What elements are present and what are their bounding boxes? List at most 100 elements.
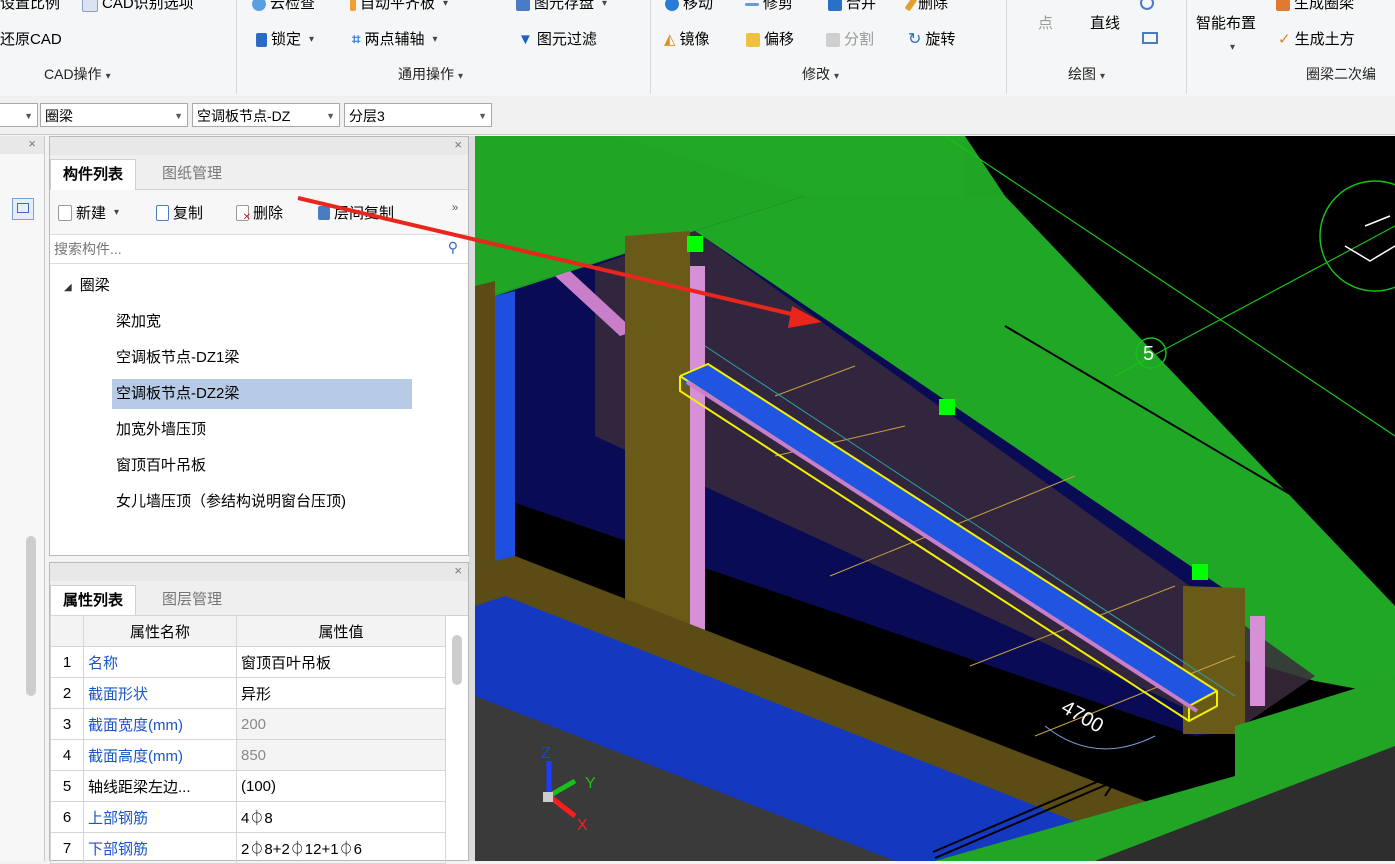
group-cad-ops[interactable]: CAD操作 ▾ (44, 64, 111, 84)
close-icon[interactable]: × (454, 137, 462, 152)
tree-root[interactable]: ◢ 圈梁 (64, 271, 110, 301)
point-draw-button[interactable]: 点 (1038, 14, 1053, 34)
floor-select[interactable]: ▼ (0, 103, 38, 127)
table-row[interactable]: 7 下部钢筋 2⏀8+2⏀12+1⏀6 (50, 832, 446, 864)
component-tabs: 构件列表 图纸管理 (50, 155, 468, 190)
close-icon[interactable]: × (454, 563, 462, 578)
grip-handle[interactable] (939, 399, 955, 415)
rect-draw-button[interactable] (1142, 32, 1158, 44)
tab-property-list[interactable]: 属性列表 (50, 585, 137, 616)
gen-earthwork-button[interactable]: ✓ 生成土方 (1278, 30, 1355, 50)
floor-copy-button[interactable]: 层间复制 (318, 202, 394, 223)
scrollbar-thumb[interactable] (452, 635, 462, 685)
offset-icon (746, 33, 760, 47)
collapse-icon: ◢ (64, 282, 72, 293)
search-input[interactable] (50, 235, 426, 263)
tree-item-selected[interactable]: 空调板节点-DZ2梁 (112, 379, 412, 409)
close-icon[interactable]: × (28, 136, 36, 151)
property-value[interactable]: 异形 (236, 677, 446, 709)
lock-label: 锁定 (271, 31, 302, 48)
element-filter-button[interactable]: ▼ 图元过滤 (518, 30, 597, 50)
table-row[interactable]: 3 截面宽度(mm) 200 (50, 708, 446, 740)
3d-viewport[interactable]: 5 4700 Z Y X (475, 136, 1395, 861)
smart-layout-dropdown[interactable]: ▾ (1226, 38, 1235, 58)
tab-drawing-management[interactable]: 图纸管理 (150, 159, 234, 189)
property-value[interactable]: 2⏀8+2⏀12+1⏀6 (236, 832, 446, 864)
merge-button[interactable]: 合并 (828, 0, 876, 14)
sublayer-select-value: 分层3 (349, 108, 385, 124)
type-select[interactable]: 圈梁 ▼ (40, 103, 188, 127)
group-modify[interactable]: 修改 ▾ (802, 64, 839, 84)
table-row[interactable]: 4 截面高度(mm) 850 (50, 739, 446, 771)
smart-layout-label: 智能布置 (1196, 15, 1257, 32)
sublayer-select[interactable]: 分层3 ▼ (344, 103, 492, 127)
property-value[interactable]: 200 (236, 708, 446, 740)
group-draw[interactable]: 绘图 ▾ (1068, 64, 1105, 84)
chevron-down-icon: ▾ (114, 207, 120, 218)
copy-icon (156, 204, 169, 221)
tree-item[interactable]: 窗顶百叶吊板 (112, 451, 412, 481)
cloud-check-button[interactable]: 云检查 (252, 0, 315, 14)
smart-layout-button[interactable]: 智能布置 (1196, 14, 1256, 34)
auto-flush-button[interactable]: 自动平齐板 ▾ (350, 0, 448, 14)
tab-component-list[interactable]: 构件列表 (50, 159, 137, 190)
property-value[interactable]: 4⏀8 (236, 801, 446, 833)
gen-ring-beam-button[interactable]: 生成圈梁 (1276, 0, 1354, 14)
lock-icon (256, 33, 267, 47)
layer-selector-bar: ▼ 圈梁 ▼ 空调板节点-DZ ▼ 分层3 ▼ (0, 96, 1395, 135)
delete-component-button[interactable]: ✕ 删除 (236, 202, 283, 223)
search-icon[interactable]: ⚲ (448, 239, 458, 256)
rotate-button[interactable]: ↻ 旋转 (908, 30, 955, 50)
property-tabs: 属性列表 图层管理 (50, 581, 468, 616)
property-value[interactable]: (100) (236, 770, 446, 802)
lock-button[interactable]: 锁定 ▾ (256, 30, 314, 50)
panel-header: × (50, 563, 468, 581)
view-toggle-button[interactable] (12, 198, 34, 220)
table-row[interactable]: 2 截面形状 异形 (50, 677, 446, 709)
grip-handle[interactable] (1192, 564, 1208, 580)
property-name: 下部钢筋 (83, 832, 237, 864)
component-select[interactable]: 空调板节点-DZ ▼ (192, 103, 340, 127)
merge-icon (828, 0, 842, 11)
tree-item[interactable]: 女儿墙压顶（参结构说明窗台压顶) (112, 487, 456, 517)
mirror-button[interactable]: ◭ 镜像 (664, 30, 710, 50)
split-button[interactable]: 分割 (826, 30, 874, 50)
chevron-down-icon: ▾ (602, 0, 608, 9)
cad-options-button[interactable]: CAD识别选项 (82, 0, 194, 14)
grip-handle[interactable] (687, 236, 703, 252)
line-draw-button[interactable]: 直线 (1090, 14, 1120, 34)
split-label: 分割 (844, 31, 875, 48)
offset-button[interactable]: 偏移 (746, 30, 794, 50)
two-point-axis-label: 两点辅轴 (364, 31, 425, 48)
toolbar-overflow-button[interactable]: » (452, 202, 458, 214)
save-element-button[interactable]: 图元存盘 ▾ (516, 0, 607, 14)
row-number-header (50, 615, 84, 647)
tree-item[interactable]: 空调板节点-DZ1梁 (112, 343, 412, 373)
new-label: 新建 (76, 205, 107, 222)
tree-item-label: 空调板节点-DZ1梁 (116, 349, 240, 366)
tree-item[interactable]: 加宽外墙压顶 (112, 415, 412, 445)
ribbon-divider (1186, 0, 1187, 94)
new-component-button[interactable]: 新建 ▾ (58, 202, 119, 223)
group-ring-beam-edit[interactable]: 圈梁二次编 (1306, 64, 1376, 84)
scrollbar-thumb[interactable] (26, 536, 36, 696)
navigation-panel: × (0, 136, 45, 861)
circle-draw-button[interactable] (1140, 0, 1154, 10)
group-common-ops[interactable]: 通用操作 ▾ (398, 64, 463, 84)
floor-copy-label: 层间复制 (334, 205, 395, 222)
delete-button[interactable]: 删除 (904, 0, 948, 14)
tab-layer-management[interactable]: 图层管理 (150, 585, 234, 615)
set-scale-button[interactable]: 设置比例 (0, 0, 60, 14)
property-value[interactable]: 850 (236, 739, 446, 771)
restore-cad-button[interactable]: 还原CAD (0, 30, 62, 50)
move-button[interactable]: 移动 (665, 0, 713, 14)
copy-component-button[interactable]: 复制 (156, 202, 203, 223)
table-row[interactable]: 5 轴线距梁左边... (100) (50, 770, 446, 802)
property-value[interactable]: 窗顶百叶吊板 (236, 646, 446, 678)
trim-button[interactable]: 修剪 (745, 0, 793, 14)
table-row[interactable]: 6 上部钢筋 4⏀8 (50, 801, 446, 833)
table-row[interactable]: 1 名称 窗顶百叶吊板 (50, 646, 446, 678)
tree-item[interactable]: 梁加宽 (112, 307, 412, 337)
two-point-axis-button[interactable]: ⌗ 两点辅轴 ▾ (352, 30, 438, 50)
group-label: 修改 (802, 66, 830, 82)
